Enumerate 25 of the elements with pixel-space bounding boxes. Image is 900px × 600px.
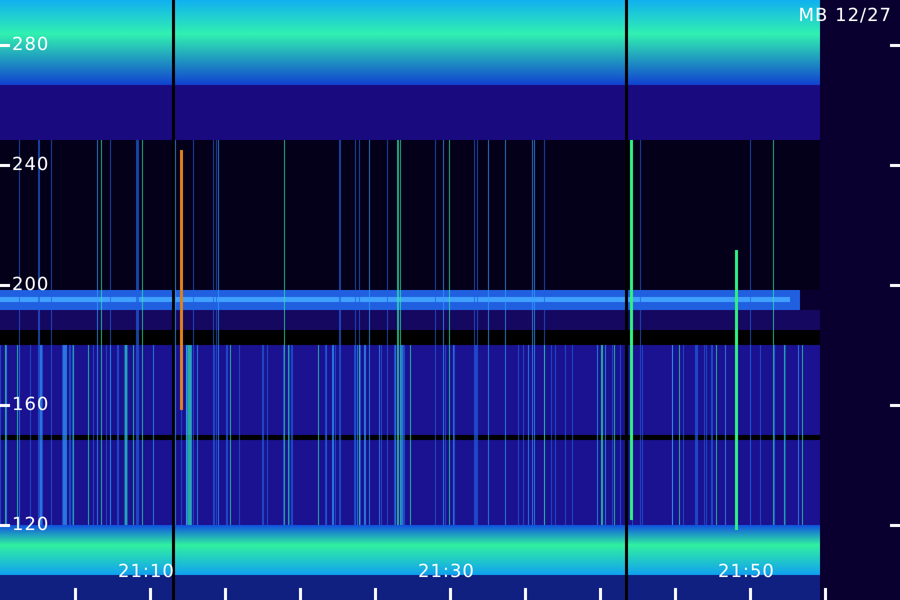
axis-tick bbox=[890, 404, 900, 407]
axis-tick bbox=[224, 588, 227, 600]
frequency-label: 280 bbox=[12, 35, 50, 55]
axis-tick bbox=[749, 588, 752, 600]
axis-tick bbox=[0, 44, 10, 47]
axis-tick bbox=[0, 164, 10, 167]
axis-tick bbox=[0, 404, 10, 407]
axis-tick bbox=[890, 164, 900, 167]
axis-tick bbox=[890, 524, 900, 527]
frequency-label: 200 bbox=[12, 275, 50, 295]
axis-tick bbox=[0, 524, 10, 527]
axis-tick bbox=[824, 588, 827, 600]
axis-tick bbox=[890, 44, 900, 47]
axis-tick bbox=[74, 588, 77, 600]
axis-tick bbox=[524, 588, 527, 600]
frequency-label: 120 bbox=[12, 515, 50, 535]
axis-tick bbox=[0, 284, 10, 287]
axis-tick bbox=[299, 588, 302, 600]
axis-tick bbox=[674, 588, 677, 600]
axis-tick bbox=[449, 588, 452, 600]
axis-tick bbox=[149, 588, 152, 600]
frequency-label: 240 bbox=[12, 155, 50, 175]
axis-tick bbox=[374, 588, 377, 600]
axis-tick bbox=[599, 588, 602, 600]
axis-tick bbox=[890, 284, 900, 287]
